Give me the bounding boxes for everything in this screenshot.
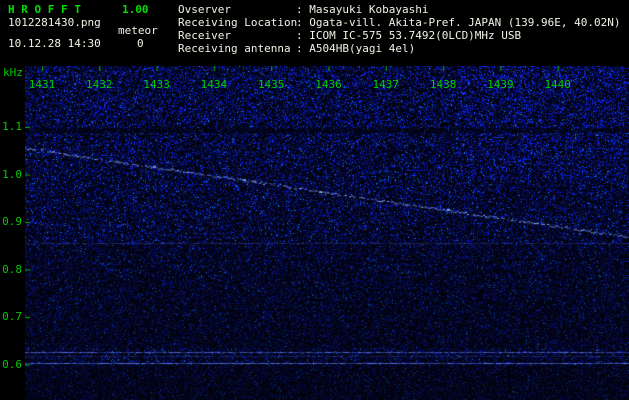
info-value: : ICOM IC-575 53.7492(0LCD)MHz USB [296,29,522,42]
info-value: : Masayuki Kobayashi [296,3,429,16]
meteor-count-value: 0 [137,37,144,50]
info-label: Receiving antenna [178,42,291,55]
output-filename: 1012281430.png [8,16,101,29]
y-axis-tick-label: 1.1 [2,120,22,133]
x-axis-tick-label: 1437 [372,78,400,91]
x-axis-tick-label: 1431 [28,78,56,91]
x-axis-tick-label: 1432 [86,78,113,91]
hrofft-window: H R O F F T 1.00 1012281430.png meteor 0… [0,0,629,400]
y-axis-tick-label: 0.6 [2,357,22,371]
y-axis-tick-label: 0.8 [2,262,22,276]
info-row: Ovserver : Masayuki Kobayashi [178,3,621,16]
x-axis-tick-label: 1440 [544,78,571,91]
app-version: 1.00 [122,3,149,16]
info-value: : A504HB(yagi 4el) [296,42,416,55]
x-axis-tick-label: 1438 [429,78,457,91]
info-label: Ovserver [178,3,231,16]
y-axis-tick-label: 0.7 [2,310,22,323]
info-row: Receiver : ICOM IC-575 53.7492(0LCD)MHz U… [178,29,621,42]
x-axis-tick-label: 1436 [315,78,342,91]
info-row: Receiving Location: Ogata-vill. Akita-Pr… [178,16,621,29]
meteor-count-label: meteor [118,24,158,37]
x-axis-tick-label: 1435 [257,78,285,91]
x-axis-tick-label: 1434 [200,78,228,91]
x-axis-tick-label: 1439 [487,78,514,91]
spectrogram-canvas [25,66,629,400]
x-axis-tick-label: 1433 [143,78,170,91]
observer-info-block: Ovserver : Masayuki Kobayashi Receiving Lo… [178,3,621,55]
info-row: Receiving antenna : A504HB(yagi 4el) [178,42,621,55]
y-axis-unit-label: kHz [3,66,23,79]
info-label: Receiver [178,29,231,42]
y-axis-tick-label: 0.9 [2,215,22,228]
timestamp: 10.12.28 14:30 [8,37,101,50]
info-label: Receiving Location [178,16,298,29]
y-axis-tick-label: 1.0 [2,167,22,181]
app-title: H R O F F T [8,3,81,16]
info-value: : Ogata-vill. Akita-Pref. JAPAN (139.96E… [296,16,621,29]
